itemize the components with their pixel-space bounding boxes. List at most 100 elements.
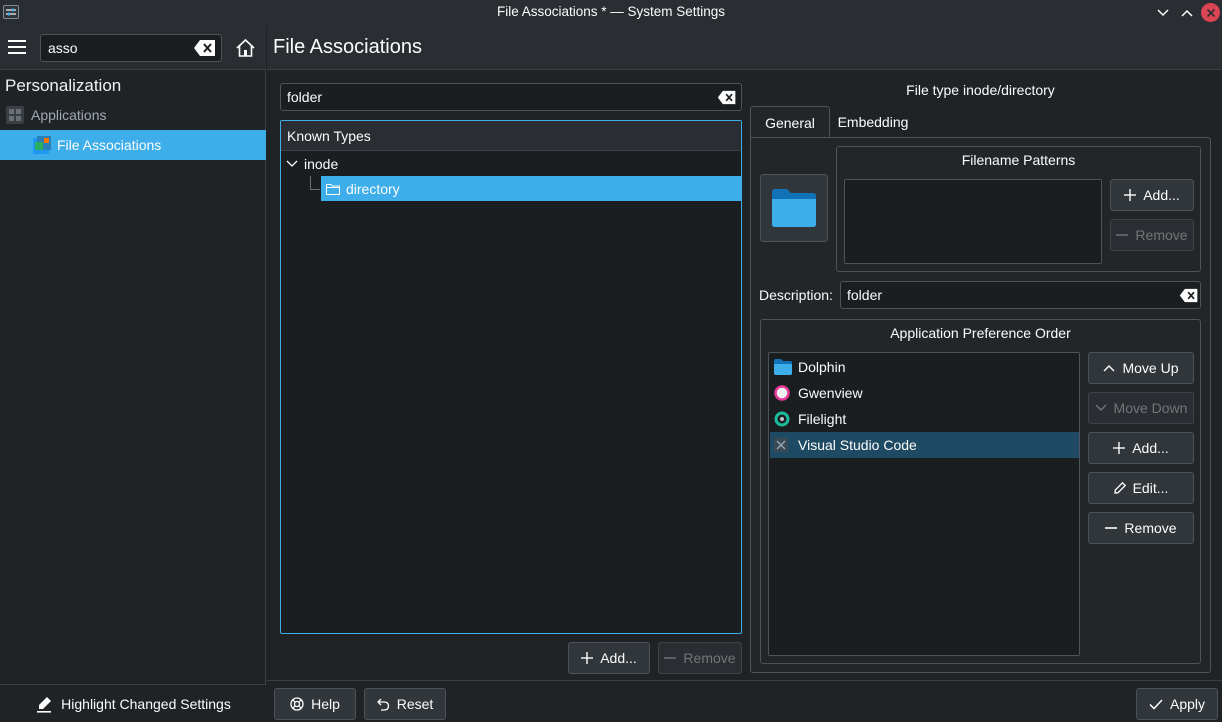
filename-patterns-title: Filename Patterns (961, 152, 1076, 168)
clear-text-icon (194, 40, 215, 56)
page-header: File Associations (267, 25, 1222, 70)
window-titlebar: File Associations * — System Settings (0, 0, 1222, 25)
pencil-icon (1113, 482, 1126, 494)
plus-icon (1124, 189, 1137, 201)
filelight-icon (774, 411, 790, 427)
description-field[interactable] (840, 281, 1201, 309)
lifebuoy-icon (290, 697, 304, 711)
clear-filter-button[interactable] (717, 90, 737, 105)
gwenview-icon (774, 385, 790, 401)
highlight-changed-settings-button[interactable]: Highlight Changed Settings (0, 684, 266, 722)
move-up-button[interactable]: Move Up (1088, 352, 1194, 384)
expand-chevron-icon[interactable] (286, 160, 298, 168)
tab-embedding-label: Embedding (837, 114, 909, 130)
app-item-label: Filelight (798, 411, 847, 427)
plus-icon (581, 652, 594, 664)
hamburger-menu-icon (8, 40, 26, 54)
apply-button[interactable]: Apply (1136, 688, 1218, 720)
undo-icon (376, 698, 389, 711)
remove-type-label: Remove (683, 650, 736, 666)
close-window-button[interactable] (1201, 3, 1220, 22)
add-pattern-label: Add... (1143, 187, 1180, 203)
sidebar: Personalization Applications File Associ… (0, 25, 266, 722)
sidebar-category-title: Personalization (5, 76, 122, 95)
apply-label: Apply (1169, 696, 1206, 712)
edit-app-label: Edit... (1132, 480, 1169, 496)
home-icon (236, 39, 255, 57)
vscode-icon (774, 438, 788, 452)
move-down-button[interactable]: Move Down (1088, 392, 1194, 424)
clear-text-icon (1179, 288, 1198, 303)
sidebar-item-label: Applications (31, 107, 107, 123)
tree-item-inode[interactable]: inode (281, 152, 741, 176)
app-item-vscode[interactable]: Visual Studio Code (770, 432, 1079, 458)
tab-general[interactable]: General (750, 106, 830, 138)
clear-description-button[interactable] (1179, 288, 1199, 303)
sidebar-item-file-associations[interactable]: File Associations (0, 130, 266, 160)
minimize-button[interactable] (1153, 3, 1172, 22)
app-item-label: Gwenview (798, 385, 863, 401)
close-icon (1206, 8, 1215, 17)
clear-text-icon (717, 90, 736, 105)
clear-search-button[interactable] (193, 39, 217, 57)
type-filter-field[interactable] (280, 83, 742, 111)
add-app-button[interactable]: Add... (1088, 432, 1194, 464)
minus-icon (1116, 234, 1129, 236)
home-button[interactable] (236, 39, 255, 57)
app-item-filelight[interactable]: Filelight (770, 406, 1079, 432)
filename-patterns-list[interactable] (844, 179, 1102, 264)
sidebar-search-input[interactable] (48, 39, 188, 57)
sidebar-item-label: File Associations (57, 137, 162, 153)
tab-general-label: General (765, 114, 815, 131)
app-item-label: Visual Studio Code (798, 437, 917, 453)
chevron-up-icon (1180, 9, 1193, 17)
known-types-header-label: Known Types (287, 127, 371, 144)
remove-app-button[interactable]: Remove (1088, 512, 1194, 544)
app-item-dolphin[interactable]: Dolphin (770, 354, 1079, 380)
remove-pattern-label: Remove (1135, 227, 1188, 243)
description-label: Description: (759, 287, 833, 303)
add-type-button[interactable]: Add... (568, 642, 650, 674)
plus-icon (1113, 442, 1126, 454)
sidebar-search[interactable] (40, 34, 222, 62)
known-types-tree[interactable]: Known Types inode directory (280, 120, 742, 634)
sidebar-header (0, 25, 266, 70)
folder-icon (772, 189, 816, 227)
app-item-label: Dolphin (798, 359, 846, 375)
hamburger-menu-button[interactable] (8, 39, 26, 55)
description-input[interactable] (847, 287, 1167, 303)
remove-type-button[interactable]: Remove (658, 642, 742, 674)
mime-icon-button[interactable] (760, 174, 828, 242)
tree-item-label: directory (346, 180, 400, 197)
type-filter-input[interactable] (287, 89, 707, 105)
tree-item-directory[interactable]: directory (321, 176, 741, 201)
chevron-down-icon (1095, 404, 1107, 411)
footer-divider (267, 680, 1222, 681)
file-type-label: File type inode/directory (906, 82, 1055, 98)
app-item-gwenview[interactable]: Gwenview (770, 380, 1079, 406)
file-associations-icon (32, 135, 52, 155)
app-preference-title: Application Preference Order (890, 325, 1071, 341)
folder-icon (326, 183, 340, 195)
help-label: Help (311, 696, 340, 712)
sidebar-item-applications[interactable]: Applications (0, 100, 266, 130)
highlighter-icon (37, 696, 52, 713)
chevron-down-icon (1156, 8, 1169, 16)
window-title: File Associations * — System Settings (496, 4, 726, 19)
help-button[interactable]: Help (274, 688, 356, 720)
page-title: File Associations (273, 36, 422, 58)
minus-icon (1105, 527, 1118, 529)
reset-button[interactable]: Reset (364, 688, 446, 720)
known-types-header[interactable]: Known Types (281, 121, 741, 151)
edit-app-button[interactable]: Edit... (1088, 472, 1194, 504)
tree-connector-line (310, 176, 320, 190)
tab-embedding[interactable]: Embedding (832, 106, 914, 138)
remove-app-label: Remove (1124, 520, 1177, 536)
move-up-label: Move Up (1122, 360, 1179, 376)
reset-label: Reset (396, 696, 434, 712)
maximize-button[interactable] (1177, 3, 1196, 22)
add-pattern-button[interactable]: Add... (1110, 179, 1194, 211)
app-preference-list[interactable]: Dolphin Gwenview Filelight Visual Studio… (768, 352, 1080, 656)
applications-grid-icon (6, 106, 24, 124)
remove-pattern-button[interactable]: Remove (1110, 219, 1194, 251)
